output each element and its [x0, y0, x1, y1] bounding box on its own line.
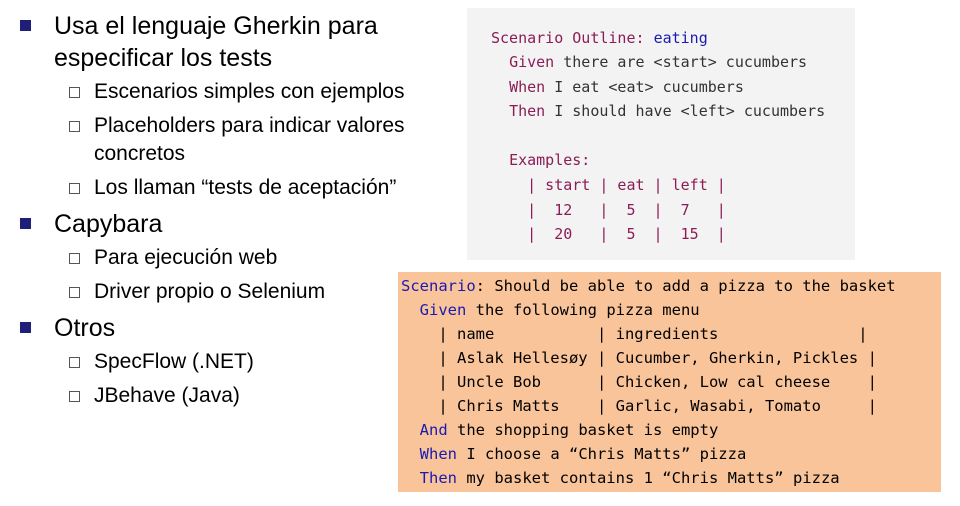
square-bullet-icon — [20, 218, 31, 229]
step-text: there are <start> cucumbers — [554, 53, 808, 71]
code-line-given: Given there are <start> cucumbers — [491, 50, 807, 75]
examples-table-row: | start | eat | left | — [491, 173, 726, 198]
keyword: Given — [509, 53, 555, 71]
table-row-text: | start | eat | left | — [527, 176, 726, 194]
menu-table-row: | Uncle Bob | Chicken, Low cal cheese | — [401, 370, 877, 394]
hollow-square-bullet-icon — [69, 183, 80, 194]
keyword: Then — [419, 469, 457, 487]
code-line-when: When I choose a “Chris Matts” pizza — [401, 442, 747, 466]
sub-bullet: JBehave (Java) — [14, 382, 414, 410]
menu-table-row: | Chris Matts | Garlic, Wasabi, Tomato | — [401, 394, 877, 418]
sub-bullet-text: Para ejecución web — [94, 246, 278, 269]
bullet-gherkin: Usa el lenguaje Gherkin para especificar… — [14, 10, 414, 74]
square-bullet-icon — [20, 322, 31, 333]
step-text: my basket contains 1 “Chris Matts” pizza — [457, 469, 840, 487]
table-row-text: | Uncle Bob | Chicken, Low cal cheese | — [438, 373, 877, 391]
bullet-text: Usa el lenguaje Gherkin para especificar… — [54, 12, 378, 72]
sub-bullet-text: Los llaman “tests de aceptación” — [94, 176, 397, 199]
table-row-text: | 12 | 5 | 7 | — [527, 201, 726, 219]
keyword: Scenario Outline: — [491, 29, 645, 47]
keyword: Then — [509, 102, 546, 120]
code-line-title: Scenario: Should be able to add a pizza … — [401, 274, 896, 298]
scenario-name: eating — [653, 29, 708, 47]
sub-bullet: Driver propio o Selenium — [14, 278, 414, 306]
step-text: the shopping basket is empty — [447, 421, 719, 439]
bullet-capybara: Capybara — [14, 208, 414, 240]
code-line-then: Then my basket contains 1 “Chris Matts” … — [401, 466, 840, 490]
sub-bullet: Los llaman “tests de aceptación” — [14, 174, 414, 202]
bullet-text: Capybara — [54, 210, 163, 238]
table-row-text: | name | ingredients | — [438, 325, 868, 343]
bullet-text: Otros — [54, 314, 116, 342]
bullet-otros: Otros — [14, 312, 414, 344]
code-line-when: When I eat <eat> cucumbers — [491, 75, 744, 100]
keyword: Given — [419, 301, 467, 319]
keyword: When — [419, 445, 457, 463]
table-row-text: | Chris Matts | Garlic, Wasabi, Tomato | — [438, 397, 877, 415]
step-text: I should have <left> cucumbers — [545, 102, 826, 120]
sub-bullet-text: JBehave (Java) — [94, 384, 240, 407]
table-row-text: | Aslak Hellesøy | Cucumber, Gherkin, Pi… — [438, 349, 877, 367]
table-row-text: | 20 | 5 | 15 | — [527, 225, 726, 243]
hollow-square-bullet-icon — [69, 391, 80, 402]
hollow-square-bullet-icon — [69, 121, 80, 132]
sub-bullet-text: SpecFlow (.NET) — [94, 350, 254, 373]
sub-bullet-text: Placeholders para indicar valores concre… — [94, 114, 405, 165]
bullet-list: Usa el lenguaje Gherkin para especificar… — [14, 10, 414, 416]
scenario-title: : Should be able to add a pizza to the b… — [475, 277, 896, 295]
examples-table-row: | 12 | 5 | 7 | — [491, 198, 726, 223]
sub-bullet: Placeholders para indicar valores concre… — [14, 112, 414, 168]
hollow-square-bullet-icon — [69, 87, 80, 98]
menu-table-row: | name | ingredients | — [401, 322, 868, 346]
code-line-and: And the shopping basket is empty — [401, 418, 719, 442]
sub-bullet: Para ejecución web — [14, 244, 414, 272]
code-line-title: Scenario Outline: eating — [491, 26, 708, 51]
keyword: And — [419, 421, 448, 439]
code-line-given: Given the following pizza menu — [401, 298, 700, 322]
step-text: I eat <eat> cucumbers — [545, 78, 744, 96]
step-text: I choose a “Chris Matts” pizza — [457, 445, 747, 463]
hollow-square-bullet-icon — [69, 357, 80, 368]
hollow-square-bullet-icon — [69, 253, 80, 264]
scenario-outline-code-block: Scenario Outline: eating Given there are… — [467, 8, 855, 260]
scenario-code-block: Scenario: Should be able to add a pizza … — [398, 272, 941, 492]
keyword: Examples: — [509, 151, 591, 169]
sub-bullet: Escenarios simples con ejemplos — [14, 78, 414, 106]
hollow-square-bullet-icon — [69, 287, 80, 298]
keyword: Scenario — [401, 277, 476, 295]
examples-table-row: | 20 | 5 | 15 | — [491, 222, 726, 247]
code-line-examples: Examples: — [491, 148, 590, 173]
step-text: the following pizza menu — [466, 301, 700, 319]
code-line-then: Then I should have <left> cucumbers — [491, 99, 825, 124]
keyword: When — [509, 78, 546, 96]
sub-bullet-text: Driver propio o Selenium — [94, 280, 326, 303]
square-bullet-icon — [20, 20, 31, 31]
menu-table-row: | Aslak Hellesøy | Cucumber, Gherkin, Pi… — [401, 346, 877, 370]
sub-bullet: SpecFlow (.NET) — [14, 348, 414, 376]
sub-bullet-text: Escenarios simples con ejemplos — [94, 80, 405, 103]
